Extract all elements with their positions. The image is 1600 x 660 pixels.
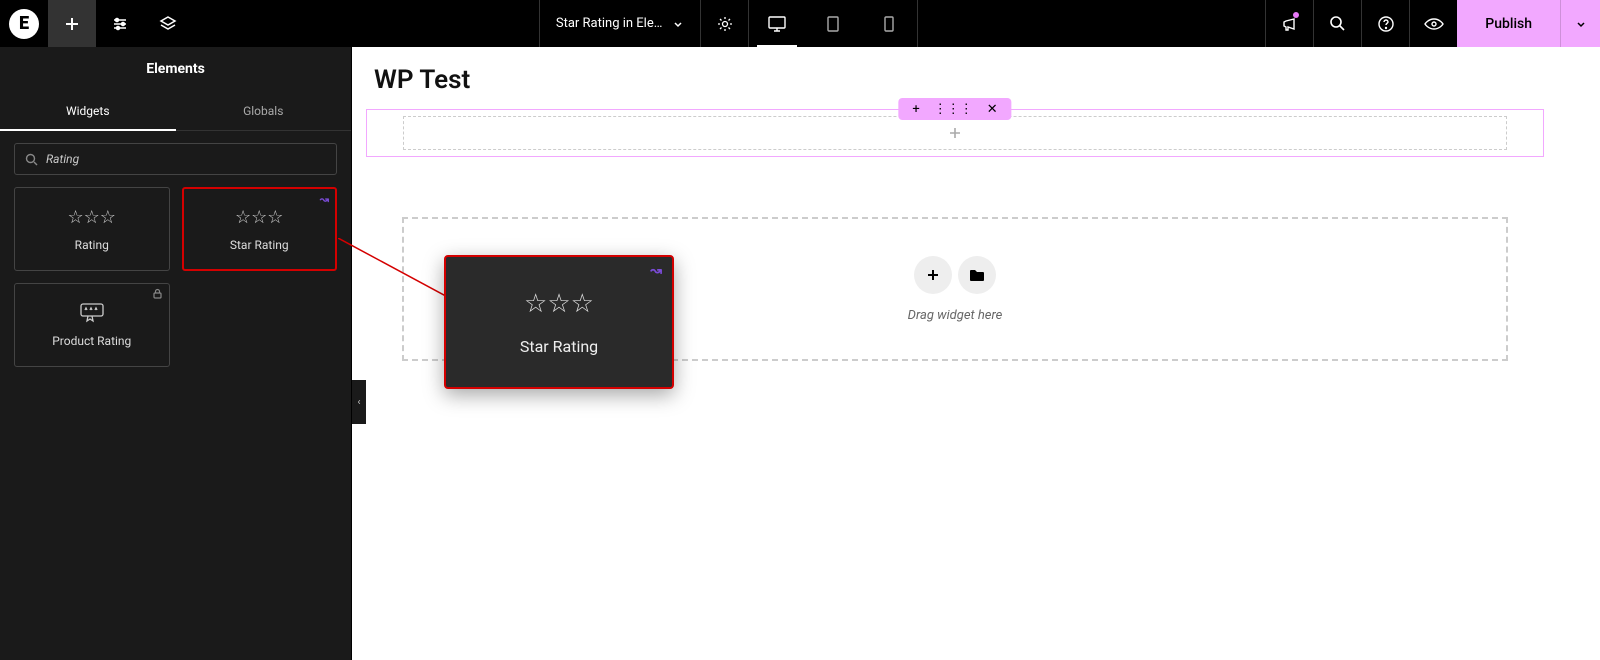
widget-rating[interactable]: ☆☆☆ Rating [14,187,170,271]
search-icon [1329,15,1346,32]
chevron-down-icon [1575,18,1587,30]
tablet-icon [825,15,841,33]
section-inner-dropzone[interactable] [403,116,1507,150]
desktop-icon [767,15,787,33]
document-title: Star Rating in Ele… [556,16,663,31]
gear-icon [716,15,734,33]
drop-area-buttons [914,256,996,294]
preview-button[interactable] [1409,0,1457,47]
section-delete-button[interactable]: ✕ [987,103,998,116]
device-desktop[interactable] [749,0,805,47]
layers-icon [159,15,177,33]
folder-icon [969,268,985,282]
elementor-logo[interactable]: E [0,0,48,47]
publish-label: Publish [1485,16,1532,32]
elementor-logo-icon: E [9,9,39,39]
add-widget-button[interactable] [914,256,952,294]
panel-collapse-handle[interactable]: ‹ [352,380,366,424]
section-toolbar: + ⋮⋮⋮ ✕ [898,98,1011,120]
widget-search-input[interactable] [46,152,326,166]
section-drag-handle[interactable]: ⋮⋮⋮ [934,103,973,116]
widget-grid: ☆☆☆ Rating ↝ ☆☆☆ Star Rating Product Rat… [0,187,351,367]
help-icon [1377,15,1395,33]
drag-preview-label: Star Rating [520,337,598,356]
top-bar-right: Publish [1265,0,1600,47]
site-settings-button[interactable] [96,0,144,47]
search-icon [25,153,38,166]
top-bar: E Star Rating in Ele… [0,0,1600,47]
add-template-button[interactable] [958,256,996,294]
device-tablet[interactable] [805,0,861,47]
widget-search[interactable] [14,143,337,175]
eye-icon [1424,17,1444,31]
widget-label: Product Rating [52,334,131,348]
structure-button[interactable] [144,0,192,47]
add-element-button[interactable] [48,0,96,47]
panel-tabs: Widgets Globals [0,91,351,131]
sliders-icon [111,15,129,33]
addon-badge-icon: ↝ [650,263,662,279]
stars-icon: ☆☆☆ [524,289,594,319]
whats-new-button[interactable] [1265,0,1313,47]
drag-preview-star-rating[interactable]: ↝ ☆☆☆ Star Rating [444,255,674,389]
section-add-button[interactable]: + [912,103,919,116]
drop-hint-text: Drag widget here [908,308,1003,323]
chevron-down-icon [672,18,684,30]
publish-options-button[interactable] [1560,0,1600,47]
device-mobile[interactable] [861,0,917,47]
widget-label: Rating [75,238,109,252]
tab-widgets[interactable]: Widgets [0,91,176,130]
panel-title: Elements [0,47,351,91]
document-title-wrap[interactable]: Star Rating in Ele… [539,0,702,47]
plus-icon [948,126,962,140]
widget-star-rating[interactable]: ↝ ☆☆☆ Star Rating [182,187,338,271]
plus-icon [926,268,940,282]
mobile-icon [882,15,896,33]
stars-icon: ☆☆☆ [68,207,116,228]
addon-badge-icon: ↝ [320,193,329,206]
top-bar-center: Star Rating in Ele… [192,0,1265,47]
top-bar-left: E [0,0,192,47]
widget-label: Star Rating [230,238,289,252]
section-container[interactable]: + ⋮⋮⋮ ✕ [366,109,1544,157]
lock-icon [152,288,163,299]
plus-icon [64,16,80,32]
publish-button[interactable]: Publish [1457,0,1560,47]
page-settings-button[interactable] [701,0,749,47]
tab-globals[interactable]: Globals [176,91,352,130]
elements-panel: Elements Widgets Globals ☆☆☆ Rating ↝ ☆☆… [0,47,352,660]
product-rating-icon [78,302,106,324]
finder-button[interactable] [1313,0,1361,47]
widget-product-rating[interactable]: Product Rating [14,283,170,367]
stars-icon: ☆☆☆ [235,207,283,228]
responsive-device-group [749,0,918,47]
help-button[interactable] [1361,0,1409,47]
